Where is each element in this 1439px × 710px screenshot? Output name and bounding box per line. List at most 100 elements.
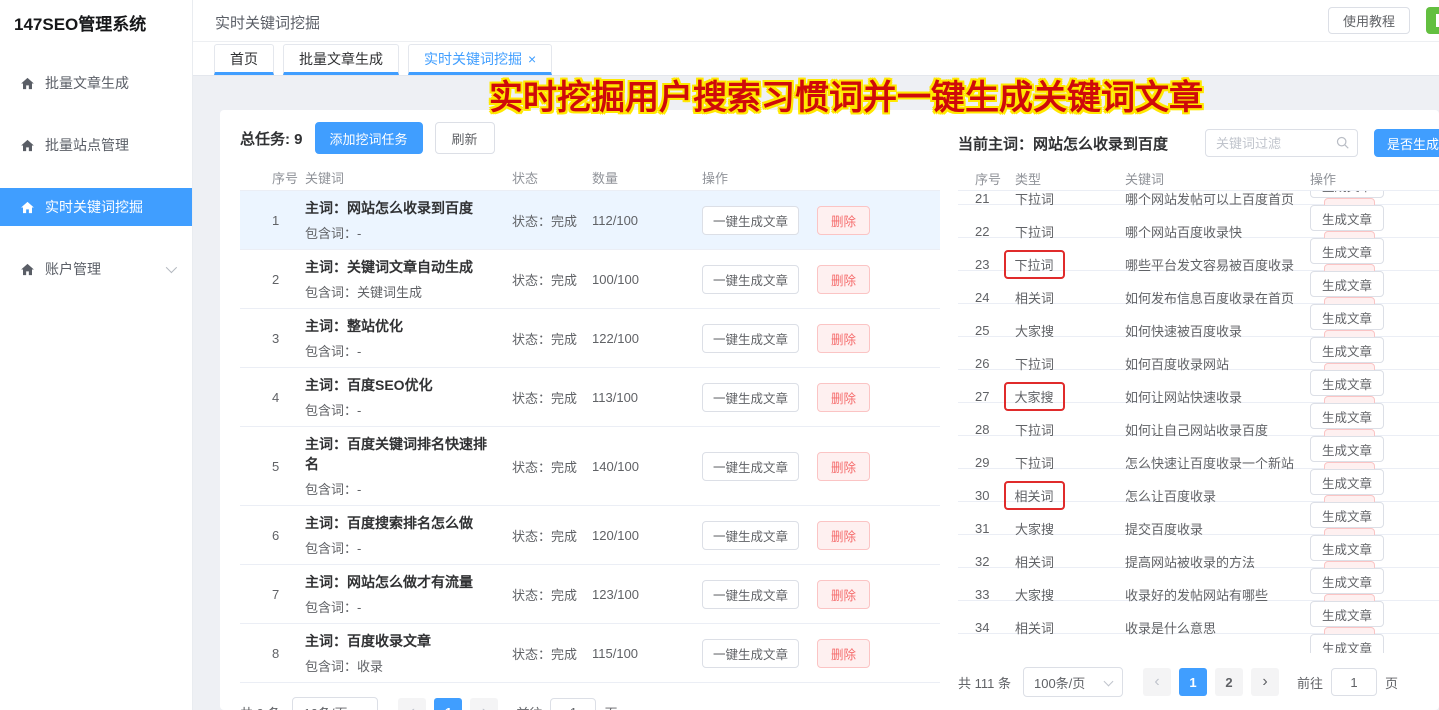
generate-article-button[interactable]: 一键生成文章 bbox=[702, 639, 799, 668]
keyword-type: 相关词 bbox=[1015, 489, 1054, 504]
generate-article-button[interactable]: 生成文章 bbox=[1310, 370, 1384, 396]
generate-article-button[interactable]: 一键生成文章 bbox=[702, 452, 799, 481]
goto-page-input[interactable] bbox=[550, 698, 596, 710]
generate-article-button[interactable]: 一键生成文章 bbox=[702, 580, 799, 609]
delete-button[interactable]: 删除 bbox=[817, 521, 870, 550]
delete-button[interactable]: 删除 bbox=[817, 580, 870, 609]
refresh-button[interactable]: 刷新 bbox=[435, 122, 495, 154]
goto-page-input[interactable] bbox=[1331, 668, 1377, 696]
promo-banner: 实时挖掘用户搜索习惯词并一键生成关键词文章 bbox=[489, 76, 1203, 120]
generate-article-button[interactable]: 一键生成文章 bbox=[702, 324, 799, 353]
sidebar: 147SEO管理系统 批量文章生成 批量站点管理 实时关键词挖掘 账户管理 bbox=[0, 0, 193, 710]
keyword-type: 大家搜 bbox=[1015, 522, 1054, 537]
generate-article-button[interactable]: 生成文章 bbox=[1310, 271, 1384, 297]
task-status: 状态：完成 bbox=[512, 526, 592, 545]
sidebar-item-batch-site[interactable]: 批量站点管理 bbox=[0, 126, 192, 164]
main-card: 总任务: 9 添加挖词任务 刷新 序号 关键词 状态 数量 操作 1主词：网站怎… bbox=[220, 110, 1439, 710]
partial-green-button[interactable] bbox=[1426, 7, 1439, 34]
table-row: 1主词：网站怎么收录到百度包含词：-状态：完成112/100一键生成文章删除 bbox=[240, 191, 940, 250]
tab-bar: 首页 批量文章生成 实时关键词挖掘 × bbox=[193, 42, 1439, 76]
col-type: 类型 bbox=[1015, 169, 1125, 188]
page-size-select[interactable]: 100条/页 bbox=[1023, 667, 1123, 697]
current-keyword-value: 网站怎么收录到百度 bbox=[1033, 133, 1168, 154]
generate-article-button[interactable]: 生成文章 bbox=[1310, 436, 1384, 462]
keyword-cell: 主词：百度SEO优化包含词：- bbox=[305, 375, 512, 419]
keyword-type-cell: 大家搜 bbox=[1015, 382, 1125, 411]
generate-article-button[interactable]: 生成文章 bbox=[1310, 304, 1384, 330]
total-tasks-label: 总任务: bbox=[240, 131, 294, 148]
next-page-button[interactable]: › bbox=[1251, 668, 1279, 696]
generate-all-button[interactable]: 是否生成全部 bbox=[1374, 129, 1439, 157]
keyword-type: 大家搜 bbox=[1015, 588, 1054, 603]
generate-article-button[interactable]: 生成文章 bbox=[1310, 238, 1384, 264]
generate-article-button[interactable]: 一键生成文章 bbox=[702, 383, 799, 412]
generate-article-button[interactable]: 生成文章 bbox=[1310, 601, 1384, 627]
task-include-words: 包含词：- bbox=[305, 341, 500, 360]
generate-article-button[interactable]: 生成文章 bbox=[1310, 469, 1384, 495]
annotation-box: 大家搜 bbox=[1004, 382, 1065, 411]
page-number-button[interactable]: 2 bbox=[1215, 668, 1243, 696]
row-index: 25 bbox=[975, 323, 1015, 338]
page-number-button[interactable]: 1 bbox=[1179, 668, 1207, 696]
keyword-cell: 主词：关键词文章自动生成包含词：关键词生成 bbox=[305, 257, 512, 301]
keyword-text: 收录是什么意思 bbox=[1125, 618, 1310, 637]
chevron-down-icon bbox=[359, 707, 369, 710]
tab-keyword-mining[interactable]: 实时关键词挖掘 × bbox=[408, 44, 552, 75]
sidebar-item-keyword-mining[interactable]: 实时关键词挖掘 bbox=[0, 188, 192, 226]
prev-page-button[interactable]: ‹ bbox=[398, 698, 426, 710]
close-icon[interactable]: × bbox=[528, 52, 536, 66]
tutorial-button[interactable]: 使用教程 bbox=[1328, 7, 1410, 34]
task-panel: 总任务: 9 添加挖词任务 刷新 序号 关键词 状态 数量 操作 1主词：网站怎… bbox=[240, 122, 940, 710]
next-page-button[interactable]: › bbox=[470, 698, 498, 710]
goto-label: 前往 bbox=[1297, 673, 1323, 692]
goto-label: 前往 bbox=[516, 703, 542, 710]
delete-button[interactable]: 删除 bbox=[817, 452, 870, 481]
search-icon bbox=[1336, 136, 1350, 150]
keyword-cell: 主词：网站怎么收录到百度包含词：- bbox=[305, 198, 512, 242]
delete-button[interactable]: 删除 bbox=[817, 639, 870, 668]
row-actions: 生成文章删除 bbox=[1310, 634, 1439, 653]
keyword-type: 下拉词 bbox=[1015, 258, 1054, 273]
generate-article-button[interactable]: 一键生成文章 bbox=[702, 265, 799, 294]
generate-article-button[interactable]: 生成文章 bbox=[1310, 403, 1384, 429]
keyword-cell: 主词：百度收录文章包含词：收录 bbox=[305, 631, 512, 675]
table-row: 6主词：百度搜索排名怎么做包含词：-状态：完成120/100一键生成文章删除 bbox=[240, 506, 940, 565]
keyword-type: 相关词 bbox=[1015, 555, 1054, 570]
prev-page-button[interactable]: ‹ bbox=[1143, 668, 1171, 696]
generate-article-button[interactable]: 生成文章 bbox=[1310, 535, 1384, 561]
generate-article-button[interactable]: 生成文章 bbox=[1310, 568, 1384, 594]
generate-article-button[interactable]: 一键生成文章 bbox=[702, 521, 799, 550]
col-status: 状态 bbox=[512, 168, 592, 187]
generate-article-button[interactable]: 生成文章 bbox=[1310, 205, 1384, 231]
generate-article-button[interactable]: 生成文章 bbox=[1310, 634, 1384, 653]
delete-button[interactable]: 删除 bbox=[817, 265, 870, 294]
tab-label: 批量文章生成 bbox=[299, 49, 383, 69]
page-number-button[interactable]: 1 bbox=[434, 698, 462, 710]
generate-article-button[interactable]: 生成文章 bbox=[1310, 337, 1384, 363]
row-index: 3 bbox=[272, 331, 305, 346]
delete-button[interactable]: 删除 bbox=[817, 383, 870, 412]
table-row: 22下拉词哪个网站百度收录快生成文章删除 bbox=[958, 205, 1439, 238]
task-include-words: 包含词：- bbox=[305, 597, 500, 616]
generate-article-button[interactable]: 生成文章 bbox=[1310, 191, 1384, 198]
add-mining-task-button[interactable]: 添加挖词任务 bbox=[315, 122, 423, 154]
keyword-type-cell: 大家搜 bbox=[1015, 321, 1125, 340]
task-main-keyword: 主词：百度收录文章 bbox=[305, 631, 500, 651]
delete-button[interactable]: 删除 bbox=[817, 206, 870, 235]
row-index: 34 bbox=[975, 620, 1015, 635]
generate-article-button[interactable]: 一键生成文章 bbox=[702, 206, 799, 235]
tab-batch-article[interactable]: 批量文章生成 bbox=[283, 44, 399, 75]
sidebar-item-batch-article[interactable]: 批量文章生成 bbox=[0, 64, 192, 102]
delete-button[interactable]: 删除 bbox=[817, 324, 870, 353]
row-index: 22 bbox=[975, 224, 1015, 239]
sidebar-item-account[interactable]: 账户管理 bbox=[0, 250, 192, 288]
generate-article-button[interactable]: 生成文章 bbox=[1310, 502, 1384, 528]
page-size-select[interactable]: 10条/页 bbox=[292, 697, 378, 710]
tab-home[interactable]: 首页 bbox=[214, 44, 274, 75]
keyword-type: 下拉词 bbox=[1015, 456, 1054, 471]
keyword-type-cell: 下拉词 bbox=[1015, 222, 1125, 241]
row-actions: 一键生成文章删除 bbox=[702, 580, 940, 609]
col-keyword: 关键词 bbox=[305, 168, 512, 187]
task-main-keyword: 主词：百度SEO优化 bbox=[305, 375, 500, 395]
keyword-type-cell: 下拉词 bbox=[1015, 191, 1125, 208]
